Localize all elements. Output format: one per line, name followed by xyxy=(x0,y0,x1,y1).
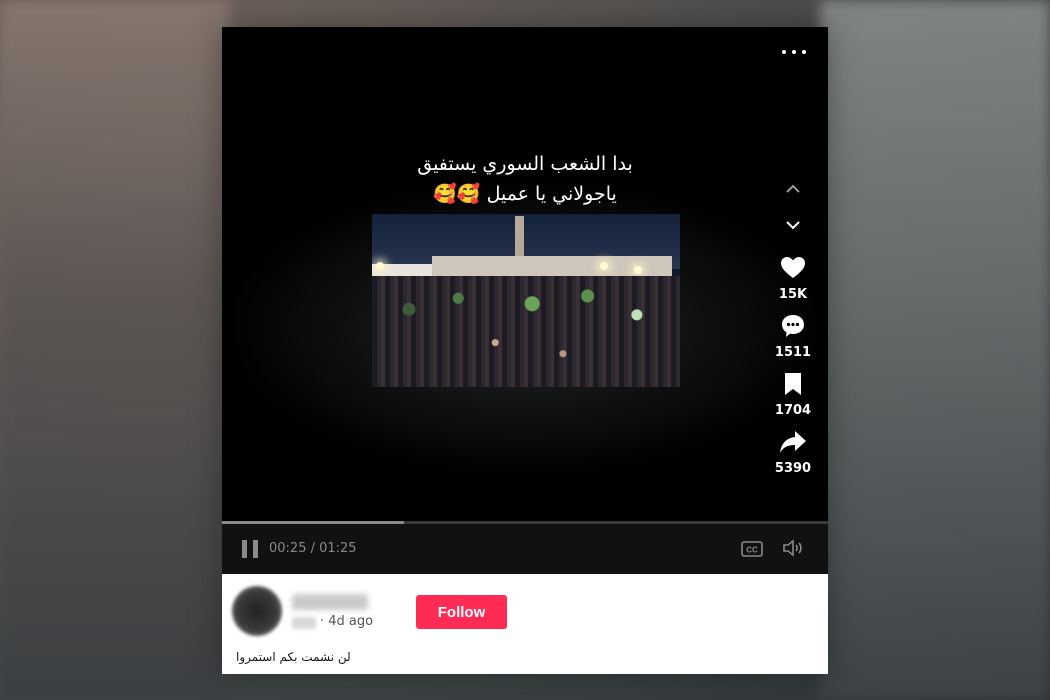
closed-captions-icon: CC xyxy=(741,541,763,557)
time-display: 00:25 / 01:25 xyxy=(269,541,357,556)
captions-button[interactable]: CC xyxy=(741,541,763,561)
side-action-bar: 15K 1511 1704 5390 xyxy=(770,175,816,479)
volume-button[interactable] xyxy=(782,539,804,561)
pause-icon xyxy=(253,540,258,558)
previous-video-button[interactable] xyxy=(778,175,808,203)
post-date: · 4d ago xyxy=(320,614,374,629)
bookmark-icon xyxy=(778,369,808,399)
author-handle-redacted xyxy=(292,617,316,629)
follow-button[interactable]: Follow xyxy=(416,595,507,629)
share-count: 5390 xyxy=(774,461,812,476)
caption-line-1: بدا الشعب السوري يستفيق xyxy=(417,153,633,175)
author-username-redacted[interactable] xyxy=(292,594,368,610)
like-button[interactable]: 15K xyxy=(778,253,808,305)
chevron-up-icon xyxy=(786,184,800,193)
next-video-button[interactable] xyxy=(778,211,808,239)
blurred-background-right xyxy=(820,0,1050,700)
pause-icon xyxy=(242,540,247,558)
like-count: 15K xyxy=(778,287,808,302)
video-player[interactable]: بدا الشعب السوري يستفيق ياجولاني يا عميل… xyxy=(222,27,828,574)
street-light xyxy=(600,262,608,270)
pause-button[interactable] xyxy=(242,540,258,558)
comment-count: 1511 xyxy=(774,345,812,360)
video-caption: بدا الشعب السوري يستفيق ياجولاني يا عميل… xyxy=(372,149,678,209)
comment-icon xyxy=(778,311,808,341)
save-count: 1704 xyxy=(774,403,812,418)
chevron-down-icon xyxy=(786,221,800,230)
street-light xyxy=(634,266,642,274)
crowd-with-flags xyxy=(372,276,680,387)
share-icon xyxy=(778,427,808,457)
player-controls: 00:25 / 01:25 CC xyxy=(222,524,828,574)
more-dot xyxy=(802,50,806,54)
video-frame xyxy=(372,214,680,387)
street-light xyxy=(376,262,384,270)
cc-label: CC xyxy=(746,546,758,555)
blurred-background-left xyxy=(0,0,230,700)
heart-icon xyxy=(778,253,808,283)
save-button[interactable]: 1704 xyxy=(775,369,811,421)
share-button[interactable]: 5390 xyxy=(775,427,811,479)
video-post-card: بدا الشعب السوري يستفيق ياجولاني يا عميل… xyxy=(222,27,828,674)
post-info: · 4d ago Follow لن نشمت بكم استمروا xyxy=(222,574,828,674)
more-options-button[interactable] xyxy=(782,43,806,61)
post-description: لن نشمت بكم استمروا xyxy=(236,650,351,664)
more-dot xyxy=(782,50,786,54)
caption-line-2: ياجولاني يا عميل 🥰🥰 xyxy=(433,183,617,205)
author-avatar[interactable] xyxy=(232,586,282,636)
speaker-icon xyxy=(783,539,802,557)
comment-button[interactable]: 1511 xyxy=(775,311,811,363)
more-dot xyxy=(792,50,796,54)
